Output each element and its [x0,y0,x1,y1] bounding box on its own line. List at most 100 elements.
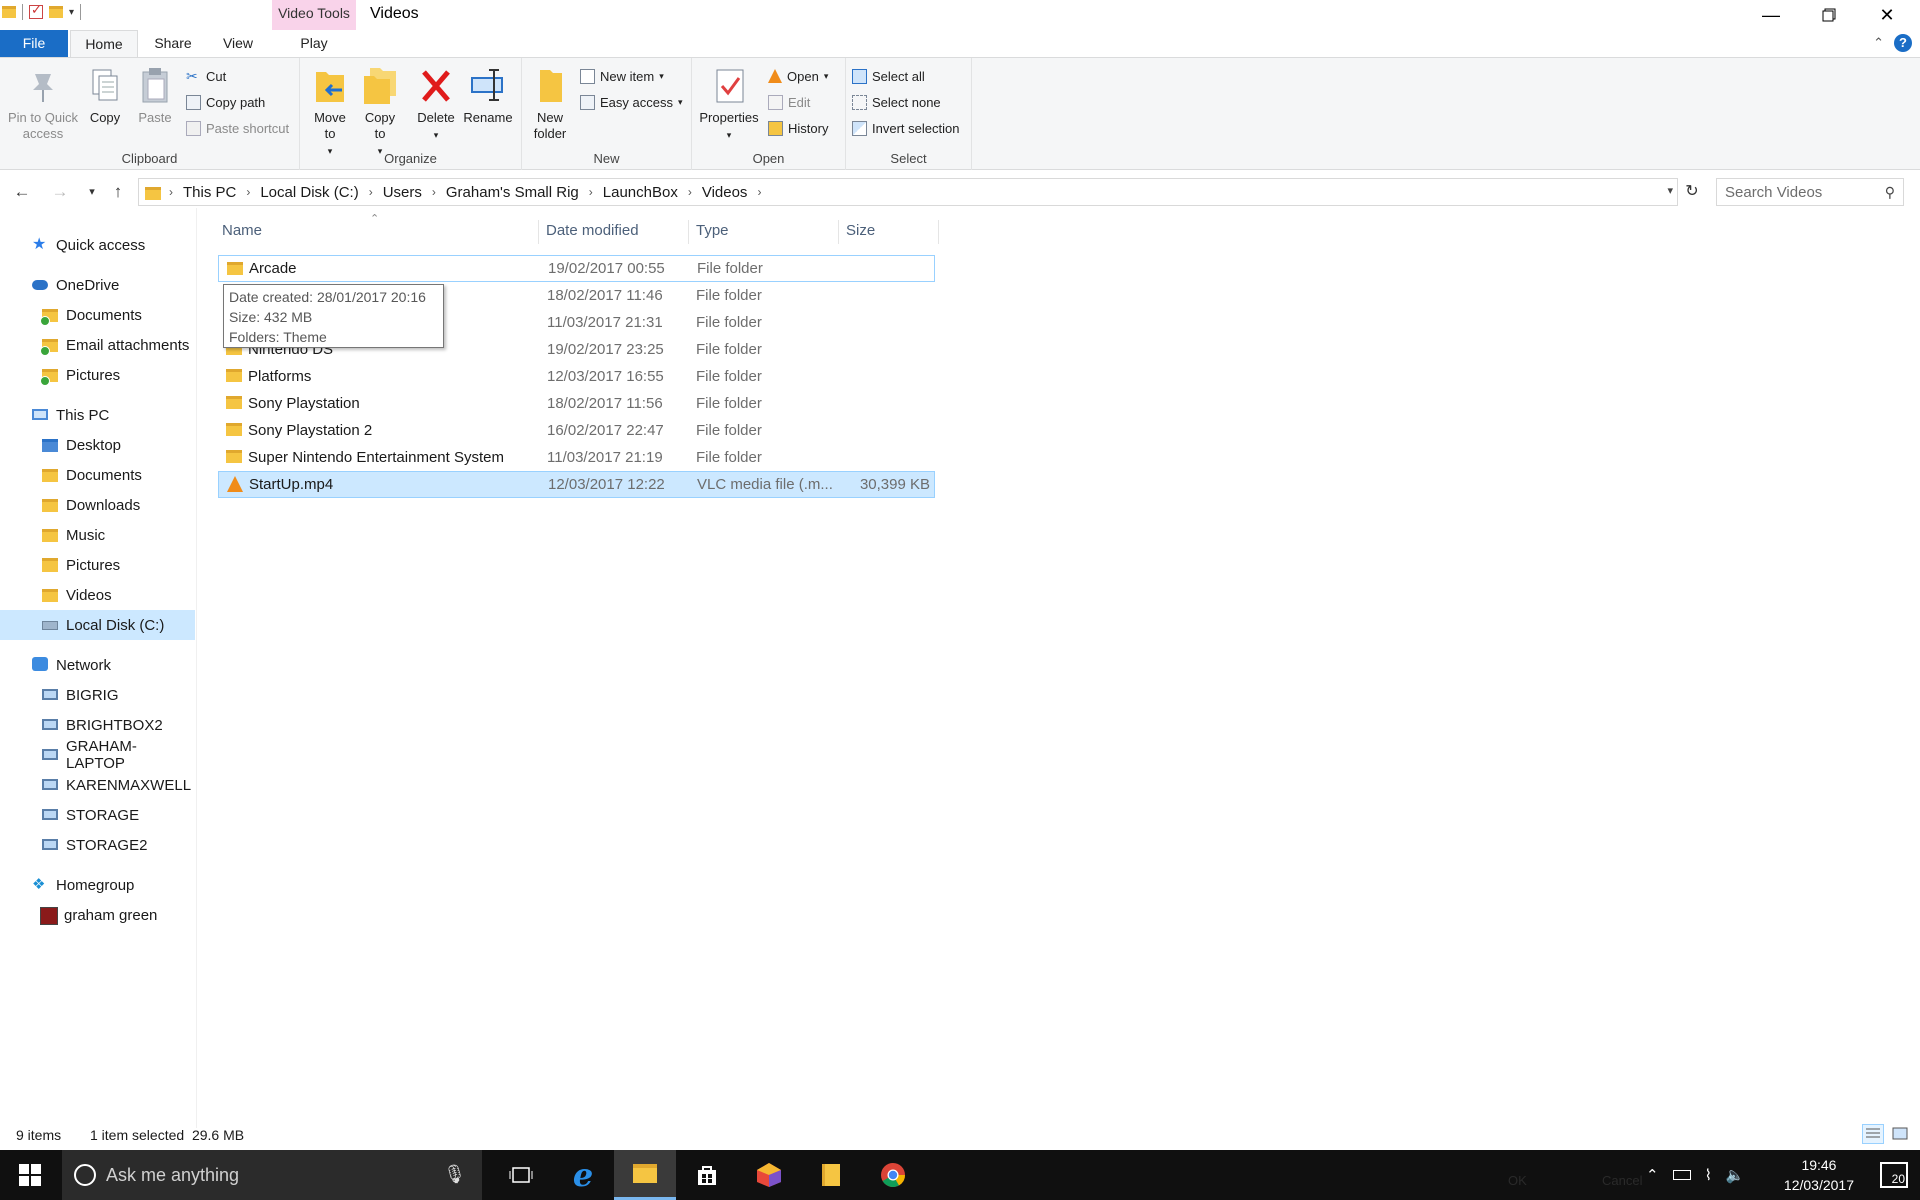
up-button[interactable]: ↑ [106,180,130,204]
copy-to-button[interactable]: Copy to ▾ [360,66,400,159]
nav-videos[interactable]: Videos [0,580,195,610]
nav-pictures[interactable]: Pictures [0,550,195,580]
launchbox-button[interactable] [738,1150,800,1200]
breadcrumb-user[interactable]: Graham's Small Rig [446,184,579,201]
address-bar[interactable]: › This PC › Local Disk (C:) › Users › Gr… [138,178,1678,206]
new-folder-button[interactable]: New folder [530,66,570,142]
chrome-button[interactable] [862,1150,924,1200]
nav-downloads[interactable]: Downloads [0,490,195,520]
file-row-startup-mp4[interactable]: StartUp.mp4 12/03/2017 12:22 VLC media f… [218,471,935,498]
nav-music[interactable]: Music [0,520,195,550]
network-icon[interactable]: ⌇ [1705,1166,1712,1184]
nav-desktop[interactable]: Desktop [0,430,195,460]
select-all-button[interactable]: Select all [852,66,925,86]
move-to-button[interactable]: Move to ▾ [310,66,350,159]
nav-onedrive[interactable]: OneDrive [0,270,195,300]
edit-button[interactable]: Edit [768,92,810,112]
nav-network-computer[interactable]: STORAGE [0,800,195,830]
tab-share[interactable]: Share [142,30,204,58]
pin-to-quick-access-button[interactable]: Pin to Quick access [6,66,80,142]
breadcrumb-local-disk[interactable]: Local Disk (C:) [260,184,358,201]
collapse-ribbon-icon[interactable]: ⌃ [1873,35,1884,51]
nav-network-computer[interactable]: BRIGHTBOX2 [0,710,195,740]
column-divider[interactable] [538,220,539,244]
file-row-arcade[interactable]: Arcade 19/02/2017 00:55 File folder [218,255,935,282]
chevron-right-icon[interactable]: › [369,185,373,199]
nav-local-disk[interactable]: Local Disk (C:) [0,610,195,640]
restore-button[interactable] [1800,0,1858,30]
invert-selection-button[interactable]: Invert selection [852,118,959,138]
paste-shortcut-button[interactable]: Paste shortcut [186,118,289,138]
file-explorer-window-button[interactable] [800,1150,862,1200]
delete-button[interactable]: Delete ▾ [416,66,456,143]
chevron-right-icon[interactable]: › [432,185,436,199]
breadcrumb-launchbox[interactable]: LaunchBox [603,184,678,201]
breadcrumb-users[interactable]: Users [383,184,422,201]
tab-file[interactable]: File [0,30,68,58]
forward-button[interactable]: → [48,180,72,204]
chevron-right-icon[interactable]: › [246,185,250,199]
breadcrumb-this-pc[interactable]: This PC [183,184,236,201]
chevron-right-icon[interactable]: › [757,185,761,199]
cut-button[interactable]: ✂ Cut [186,66,226,86]
column-divider[interactable] [688,220,689,244]
column-header-name[interactable]: Name [218,218,538,244]
breadcrumb-videos[interactable]: Videos [702,184,748,201]
nav-onedrive-email-attachments[interactable]: Email attachments [0,330,195,360]
nav-network-computer[interactable]: GRAHAM-LAPTOP [0,738,195,772]
internet-explorer-button[interactable]: e [552,1150,614,1200]
file-row-sony-playstation-2[interactable]: Sony Playstation 2 16/02/2017 22:47 File… [218,417,935,444]
show-hidden-icons-button[interactable]: ⌃ [1646,1166,1659,1184]
task-view-button[interactable] [490,1150,552,1200]
properties-qat-icon[interactable] [29,2,43,19]
new-folder-qat-icon[interactable] [49,6,63,18]
search-input[interactable] [1725,183,1875,201]
column-divider[interactable] [838,220,839,244]
column-header-type[interactable]: Type [692,218,828,244]
file-row-platforms[interactable]: Platforms 12/03/2017 16:55 File folder [218,363,935,390]
chevron-right-icon[interactable]: › [589,185,593,199]
tab-view[interactable]: View [208,30,268,58]
back-button[interactable]: ← [10,180,34,204]
column-header-size[interactable]: Size [842,218,938,244]
large-icons-view-button[interactable] [1889,1124,1911,1144]
nav-network-computer[interactable]: KARENMAXWELL [0,770,195,800]
column-divider[interactable] [938,220,939,244]
customize-qat-icon[interactable]: ▾ [69,7,74,18]
minimize-button[interactable]: — [1742,0,1800,30]
column-header-date[interactable]: Date modified [542,218,688,244]
nav-homegroup-user[interactable]: graham green [0,900,195,930]
details-view-button[interactable] [1862,1124,1884,1144]
rename-button[interactable]: Rename [462,66,514,126]
nav-homegroup[interactable]: ❖ Homegroup [0,870,195,900]
copy-button[interactable]: Copy [84,66,126,126]
store-button[interactable] [676,1150,738,1200]
new-item-button[interactable]: New item ▾ [580,66,664,86]
action-center-button[interactable]: 20 [1880,1162,1908,1188]
paste-button[interactable]: Paste [134,66,176,126]
history-button[interactable]: History [768,118,828,138]
close-button[interactable]: ✕ [1858,0,1916,30]
easy-access-button[interactable]: Easy access ▾ [580,92,683,112]
nav-onedrive-documents[interactable]: Documents [0,300,195,330]
select-none-button[interactable]: Select none [852,92,941,112]
nav-onedrive-pictures[interactable]: Pictures [0,360,195,390]
help-icon[interactable]: ? [1894,34,1912,52]
cortana-search-box[interactable]: Ask me anything 🎙 [62,1150,482,1200]
start-button[interactable] [0,1150,60,1200]
file-explorer-button[interactable] [614,1150,676,1200]
microphone-icon[interactable]: 🎙 [443,1164,466,1185]
tab-home[interactable]: Home [70,30,138,59]
nav-quick-access[interactable]: ★ Quick access [0,230,195,260]
recent-locations-button[interactable]: ▾ [80,180,104,204]
nav-network-computer[interactable]: BIGRIG [0,680,195,710]
tab-play[interactable]: Play [272,30,356,58]
search-box[interactable]: ⚲ [1716,178,1904,206]
nav-network-computer[interactable]: STORAGE2 [0,830,195,860]
battery-icon[interactable] [1672,1170,1691,1180]
address-history-dropdown[interactable]: ▾ [1667,184,1673,197]
nav-this-pc[interactable]: This PC [0,400,195,430]
nav-network[interactable]: Network [0,650,195,680]
copy-path-button[interactable]: Copy path [186,92,265,112]
open-button[interactable]: Open ▾ [768,66,828,86]
